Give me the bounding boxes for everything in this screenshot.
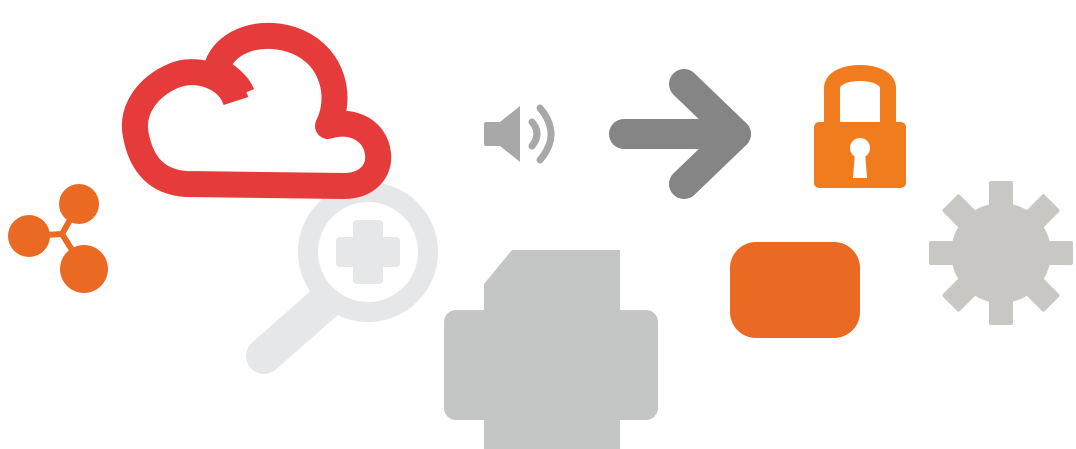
gear-icon	[929, 178, 1076, 328]
cloud-icon	[116, 14, 398, 214]
arrow-right-icon	[604, 68, 758, 200]
share-icon	[0, 178, 115, 298]
printer-icon	[442, 244, 660, 449]
speaker-icon	[480, 98, 570, 172]
icon-collage	[0, 0, 1076, 449]
rounded-rectangle-icon	[727, 239, 863, 341]
lock-icon	[808, 54, 912, 194]
